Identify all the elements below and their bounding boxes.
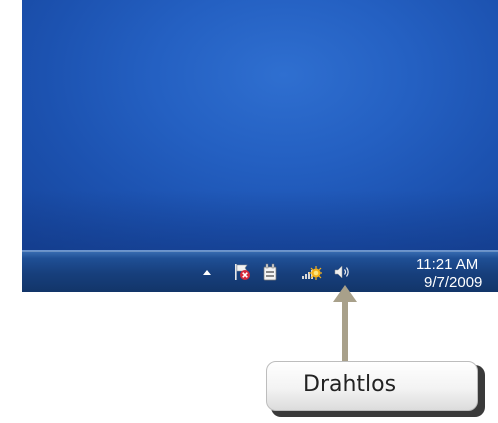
taskbar: 11:21 AM 9/7/2009 xyxy=(22,250,498,292)
callout-label: Drahtlos xyxy=(303,372,397,397)
screenshot-canvas: 11:21 AM 9/7/2009 Drahtlos xyxy=(0,0,498,423)
power-plug-icon[interactable] xyxy=(260,262,280,282)
notification-area xyxy=(198,261,352,283)
callout-box: Drahtlos xyxy=(266,361,478,411)
wireless-network-icon[interactable] xyxy=(300,262,322,282)
callout-arrow-shaft xyxy=(342,300,348,362)
show-hidden-icons-chevron-up-icon[interactable] xyxy=(198,262,216,282)
clock-date: 9/7/2009 xyxy=(424,274,483,291)
system-clock[interactable]: 11:21 AM 9/7/2009 xyxy=(414,256,498,291)
speaker-icon[interactable] xyxy=(332,262,352,282)
clock-time: 11:21 AM xyxy=(416,256,479,273)
desktop-background[interactable] xyxy=(22,0,498,250)
action-center-flag-icon[interactable] xyxy=(232,262,252,282)
